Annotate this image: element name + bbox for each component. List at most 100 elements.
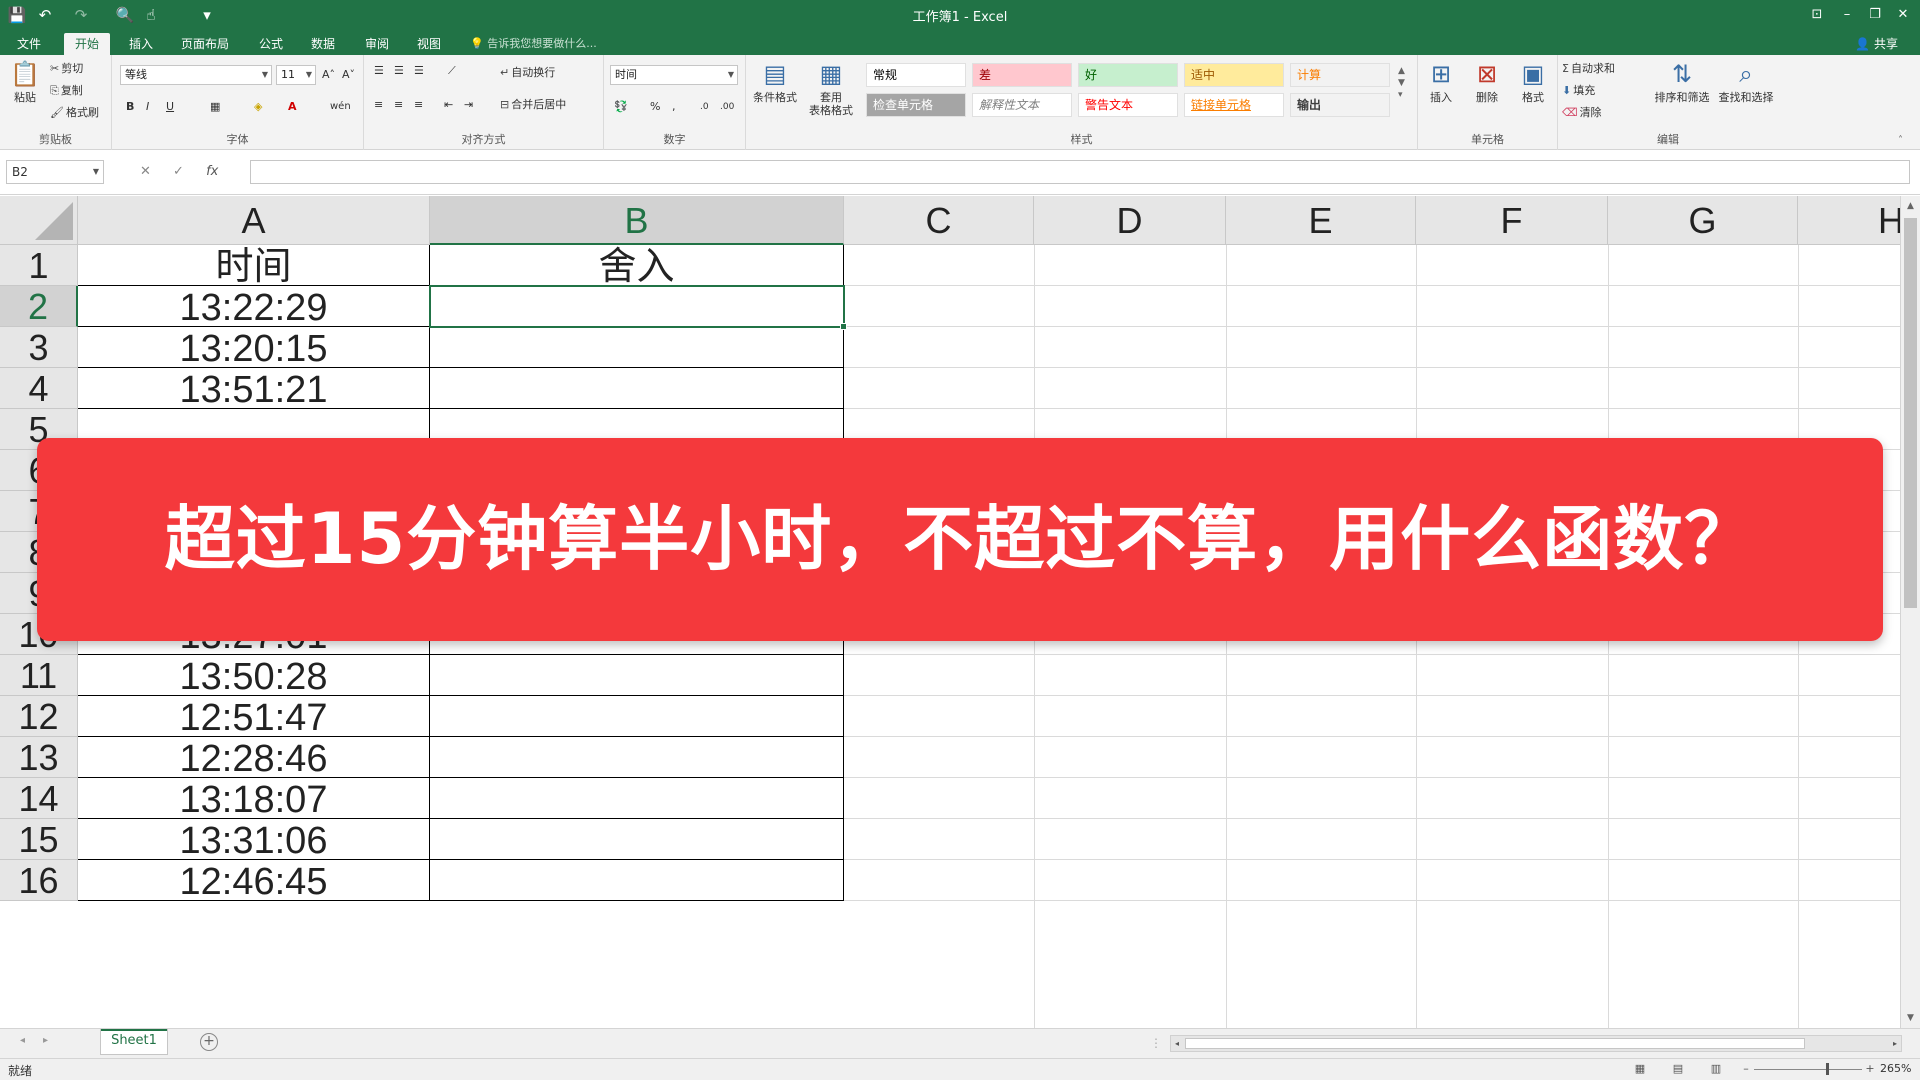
shrink-font-button[interactable]: A˅ [342, 67, 355, 83]
align-center-icon[interactable]: ≡ [394, 97, 403, 113]
cell-b13[interactable] [430, 737, 844, 778]
style-check-cell[interactable]: 检查单元格 [866, 93, 966, 117]
tab-page-layout[interactable]: 页面布局 [174, 33, 236, 55]
styles-gallery-scroll-icon[interactable]: ▲ ▼ ▾ [1398, 65, 1405, 101]
column-header-c[interactable]: C [844, 196, 1034, 245]
font-size-select[interactable]: 11 ▼ [276, 65, 316, 85]
number-format-select[interactable]: 时间 ▼ [610, 65, 738, 85]
tell-me-search[interactable]: 💡 告诉我您想要做什么... [470, 33, 597, 55]
horizontal-scrollbar[interactable]: ◂ ▸ [1170, 1035, 1902, 1052]
decrease-indent-icon[interactable]: ⇤ [444, 97, 453, 113]
scroll-left-icon[interactable]: ◂ [1171, 1036, 1183, 1051]
zoom-level[interactable]: 265% [1880, 1062, 1911, 1075]
cell-b3[interactable] [430, 327, 844, 368]
cell-a14[interactable]: 13:18:07 [78, 778, 430, 819]
cell-b12[interactable] [430, 696, 844, 737]
row-header[interactable]: 16 [0, 860, 78, 901]
cell-a15[interactable]: 13:31:06 [78, 819, 430, 860]
sort-filter-button[interactable]: ⇅ 排序和筛选 [1650, 59, 1714, 104]
percent-button[interactable]: % [650, 99, 660, 115]
zoom-out-icon[interactable]: – [1738, 1062, 1754, 1076]
cut-button[interactable]: ✂ 剪切 [50, 61, 83, 77]
restore-button[interactable]: ❐ [1862, 4, 1888, 26]
paste-button[interactable]: 📋 粘贴 [2, 59, 48, 104]
style-calculation[interactable]: 计算 [1290, 63, 1390, 87]
page-layout-view-icon[interactable]: ▤ [1670, 1062, 1686, 1076]
phonetic-guide-button[interactable]: wén [330, 99, 351, 115]
cell-b4[interactable] [430, 368, 844, 409]
format-as-table-button[interactable]: ▦ 套用 表格格式 [804, 59, 858, 117]
tab-view[interactable]: 视图 [408, 33, 450, 55]
align-right-icon[interactable]: ≡ [414, 97, 423, 113]
close-button[interactable]: ✕ [1890, 4, 1916, 26]
horizontal-scroll-thumb[interactable] [1185, 1038, 1805, 1049]
fill-handle[interactable] [840, 323, 847, 330]
column-header-a[interactable]: A [78, 196, 430, 245]
orientation-icon[interactable]: ⟋ [448, 63, 456, 79]
formula-input[interactable] [250, 160, 1910, 184]
bold-button[interactable]: B [126, 99, 134, 115]
style-good[interactable]: 好 [1078, 63, 1178, 87]
align-bottom-icon[interactable]: ☰ [414, 63, 424, 79]
font-name-select[interactable]: 等线 ▼ [120, 65, 272, 85]
tab-data[interactable]: 数据 [302, 33, 344, 55]
row-header[interactable]: 15 [0, 819, 78, 860]
column-header-e[interactable]: E [1226, 196, 1416, 245]
cell-a3[interactable]: 13:20:15 [78, 327, 430, 368]
row-header[interactable]: 2 [0, 286, 78, 327]
column-header-h[interactable]: H [1798, 196, 1900, 245]
style-bad[interactable]: 差 [972, 63, 1072, 87]
column-header-g[interactable]: G [1608, 196, 1798, 245]
cell-a11[interactable]: 13:50:28 [78, 655, 430, 696]
fill-button[interactable]: ⬇ 填充 [1562, 83, 1595, 99]
grow-font-button[interactable]: A˄ [322, 67, 335, 83]
confirm-edit-icon[interactable]: ✓ [173, 164, 184, 179]
cell-a4[interactable]: 13:51:21 [78, 368, 430, 409]
format-painter-button[interactable]: 🖌 格式刷 [50, 105, 99, 121]
increase-decimal-icon[interactable]: .0 [700, 99, 709, 115]
zoom-slider[interactable] [1754, 1069, 1862, 1070]
normal-view-icon[interactable]: ▦ [1632, 1062, 1648, 1076]
style-output[interactable]: 输出 [1290, 93, 1390, 117]
cell-b15[interactable] [430, 819, 844, 860]
column-header-b[interactable]: B [430, 196, 844, 245]
cell-a2[interactable]: 13:22:29 [78, 286, 430, 327]
increase-indent-icon[interactable]: ⇥ [464, 97, 473, 113]
sheet-navigation-arrows[interactable]: ◂▸ [20, 1035, 66, 1046]
share-button[interactable]: 👤 共享 [1855, 33, 1898, 55]
select-all-button[interactable] [0, 196, 78, 245]
tab-home[interactable]: 开始 [64, 33, 110, 55]
scroll-down-icon[interactable]: ▼ [1901, 1010, 1920, 1026]
delete-cells-button[interactable]: ⊠ 删除 [1464, 59, 1510, 104]
cell-b14[interactable] [430, 778, 844, 819]
style-explanatory[interactable]: 解释性文本 [972, 93, 1072, 117]
column-header-d[interactable]: D [1034, 196, 1226, 245]
clear-button[interactable]: ⌫ 清除 [1562, 105, 1602, 121]
comma-button[interactable]: , [672, 99, 676, 115]
decrease-decimal-icon[interactable]: .00 [720, 99, 734, 115]
row-header[interactable]: 12 [0, 696, 78, 737]
cell-a16[interactable]: 12:46:45 [78, 860, 430, 901]
scroll-right-icon[interactable]: ▸ [1889, 1036, 1901, 1051]
tab-review[interactable]: 审阅 [356, 33, 398, 55]
copy-button[interactable]: ⎘ 复制 [50, 83, 83, 99]
zoom-in-icon[interactable]: + [1862, 1062, 1878, 1076]
cell-a13[interactable]: 12:28:46 [78, 737, 430, 778]
cell-b1[interactable]: 舍入 [430, 245, 844, 286]
add-sheet-icon[interactable]: + [200, 1033, 218, 1051]
tab-formulas[interactable]: 公式 [250, 33, 292, 55]
row-header[interactable]: 4 [0, 368, 78, 409]
font-color-icon[interactable]: A [288, 99, 297, 115]
insert-cells-button[interactable]: ⊞ 插入 [1418, 59, 1464, 104]
cell-a12[interactable]: 12:51:47 [78, 696, 430, 737]
scroll-up-icon[interactable]: ▲ [1901, 198, 1920, 214]
merge-center-button[interactable]: ⊟ 合并后居中 [500, 97, 566, 113]
wrap-text-button[interactable]: ↵ 自动换行 [500, 65, 555, 81]
ribbon-display-options-icon[interactable]: ⊡ [1804, 4, 1830, 26]
column-header-f[interactable]: F [1416, 196, 1608, 245]
row-header[interactable]: 1 [0, 245, 78, 286]
row-header[interactable]: 13 [0, 737, 78, 778]
cell-b11[interactable] [430, 655, 844, 696]
currency-icon[interactable]: 💱 [614, 99, 628, 115]
italic-button[interactable]: I [146, 99, 149, 115]
